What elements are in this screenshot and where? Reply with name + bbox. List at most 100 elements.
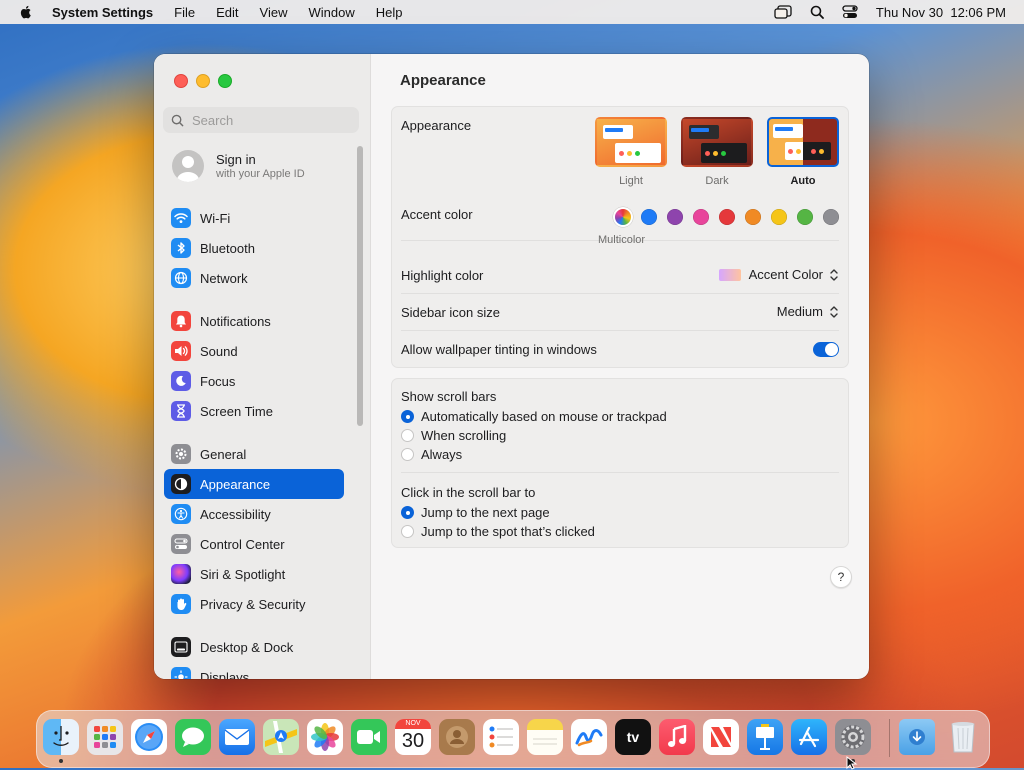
menu-view[interactable]: View — [260, 5, 288, 20]
wallpaper-tinting-label: Allow wallpaper tinting in windows — [401, 342, 597, 357]
search-input[interactable] — [190, 111, 354, 129]
appearance-option-label: Auto — [790, 175, 816, 187]
reminders-icon[interactable] — [483, 719, 519, 755]
scroll-option-auto[interactable]: Automatically based on mouse or trackpad — [401, 409, 667, 424]
radio-label: Automatically based on mouse or trackpad — [421, 409, 667, 424]
highlight-color-value: Accent Color — [748, 267, 823, 282]
mail-icon[interactable] — [219, 719, 255, 755]
help-button[interactable]: ? — [830, 566, 852, 588]
radio-button[interactable] — [401, 506, 414, 519]
news-icon[interactable] — [703, 719, 739, 755]
close-button[interactable] — [174, 74, 188, 88]
accent-pink[interactable] — [693, 209, 709, 225]
notes-icon[interactable] — [527, 719, 563, 755]
bell-icon — [171, 311, 191, 331]
search-field[interactable] — [163, 107, 359, 133]
gear-icon — [171, 444, 191, 464]
safari-icon[interactable] — [131, 719, 167, 755]
sidebar-item-sound[interactable]: Sound — [164, 336, 344, 366]
radio-button[interactable] — [401, 429, 414, 442]
sidebar-item-label: Focus — [200, 373, 236, 389]
radio-label: Jump to the next page — [421, 505, 550, 520]
control-center-icon[interactable] — [842, 5, 858, 19]
sidebar-item-label: Bluetooth — [200, 240, 255, 256]
menu-help[interactable]: Help — [376, 5, 403, 20]
appearance-option-label: Light — [619, 175, 643, 187]
app-store-icon[interactable] — [791, 719, 827, 755]
sidebar-item-screen-time[interactable]: Screen Time — [164, 396, 344, 426]
accent-multicolor[interactable] — [615, 209, 631, 225]
scroll-option-when-scrolling[interactable]: When scrolling — [401, 428, 506, 443]
sidebar-item-network[interactable]: Network — [164, 263, 344, 293]
sidebar-item-focus[interactable]: Focus — [164, 366, 344, 396]
menu-clock[interactable]: Thu Nov 30 12:06 PM — [876, 5, 1006, 20]
click-option-next-page[interactable]: Jump to the next page — [401, 505, 550, 520]
accent-swatches — [615, 209, 839, 225]
sidebar-scrollbar[interactable] — [357, 146, 363, 426]
sidebar-item-accessibility[interactable]: Accessibility — [164, 499, 344, 529]
sidebar-item-label: Wi-Fi — [200, 210, 231, 226]
sidebar-item-desktop-dock[interactable]: Desktop & Dock — [164, 632, 344, 662]
accent-blue[interactable] — [641, 209, 657, 225]
trash-icon[interactable] — [945, 719, 981, 755]
messages-icon[interactable] — [175, 719, 211, 755]
apple-logo-icon[interactable] — [18, 4, 34, 20]
tv-icon[interactable]: tv — [615, 719, 651, 755]
globe-icon — [171, 268, 191, 288]
radio-button[interactable] — [401, 448, 414, 461]
sidebar-item-wifi[interactable]: Wi-Fi — [164, 203, 344, 233]
dock-separator — [889, 719, 890, 757]
accent-yellow[interactable] — [771, 209, 787, 225]
launchpad-icon[interactable] — [87, 719, 123, 755]
sidebar-item-displays[interactable]: Displays — [164, 662, 344, 679]
sidebar-item-control-center[interactable]: Control Center — [164, 529, 344, 559]
facetime-icon[interactable] — [351, 719, 387, 755]
radio-button[interactable] — [401, 410, 414, 423]
calendar-icon[interactable]: NOV 30 — [395, 719, 431, 755]
accent-red[interactable] — [719, 209, 735, 225]
stage-manager-icon[interactable] — [774, 5, 792, 19]
sidebar-item-general[interactable]: General — [164, 439, 344, 469]
menu-window[interactable]: Window — [308, 5, 354, 20]
sidebar-item-notifications[interactable]: Notifications — [164, 306, 344, 336]
sidebar-item-bluetooth[interactable]: Bluetooth — [164, 233, 344, 263]
maps-icon[interactable] — [263, 719, 299, 755]
accent-purple[interactable] — [667, 209, 683, 225]
appearance-option-dark[interactable]: Dark — [681, 117, 753, 187]
zoom-button[interactable] — [218, 74, 232, 88]
accent-orange[interactable] — [745, 209, 761, 225]
wallpaper-tinting-toggle[interactable] — [813, 342, 839, 357]
menu-app-name[interactable]: System Settings — [52, 5, 153, 20]
accent-green[interactable] — [797, 209, 813, 225]
scroll-option-always[interactable]: Always — [401, 447, 462, 462]
sidebar-item-privacy-security[interactable]: Privacy & Security — [164, 589, 344, 619]
appearance-option-auto[interactable]: Auto — [767, 117, 839, 187]
sidebar-item-siri-spotlight[interactable]: Siri & Spotlight — [164, 559, 344, 589]
sidebar-scrollbar-thumb[interactable] — [357, 146, 363, 426]
highlight-color-label: Highlight color — [401, 268, 484, 283]
apple-id-signin[interactable]: Sign in with your Apple ID — [172, 150, 305, 182]
highlight-color-popup[interactable]: Accent Color — [718, 267, 839, 282]
sidebar-icon-size-popup[interactable]: Medium — [777, 304, 839, 319]
dock-icon — [171, 637, 191, 657]
search-icon[interactable] — [810, 5, 824, 19]
sidebar-item-appearance[interactable]: Appearance — [164, 469, 344, 499]
sidebar-item-label: Desktop & Dock — [200, 639, 294, 655]
finder-icon[interactable] — [43, 719, 79, 755]
freeform-icon[interactable] — [571, 719, 607, 755]
appearance-label: Appearance — [401, 118, 472, 133]
downloads-folder-icon[interactable] — [899, 719, 935, 755]
menu-edit[interactable]: Edit — [216, 5, 238, 20]
music-icon[interactable] — [659, 719, 695, 755]
minimize-button[interactable] — [196, 74, 210, 88]
keynote-icon[interactable] — [747, 719, 783, 755]
contacts-icon[interactable] — [439, 719, 475, 755]
photos-icon[interactable] — [307, 719, 343, 755]
radio-button[interactable] — [401, 525, 414, 538]
accent-graphite[interactable] — [823, 209, 839, 225]
click-option-spot[interactable]: Jump to the spot that’s clicked — [401, 524, 595, 539]
appearance-option-light[interactable]: Light — [595, 117, 667, 187]
menu-file[interactable]: File — [174, 5, 195, 20]
system-settings-icon[interactable] — [835, 719, 871, 755]
appearance-icon — [171, 474, 191, 494]
